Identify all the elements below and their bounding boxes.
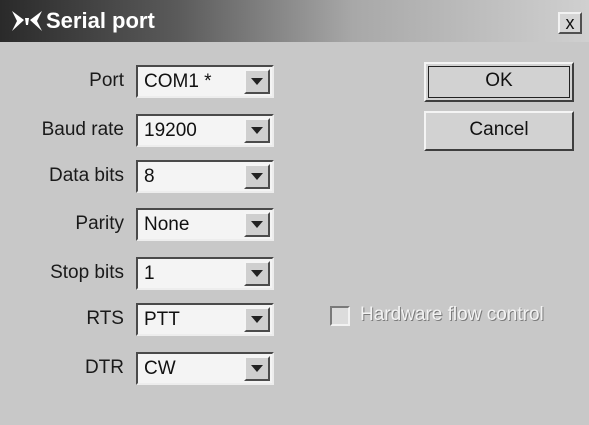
chevron-down-icon — [251, 316, 263, 323]
rts-value: PTT — [144, 309, 180, 330]
rts-label: RTS — [86, 308, 124, 329]
dtr-value: CW — [144, 358, 176, 379]
butterfly-app-icon — [10, 9, 44, 33]
port-dropdown-button[interactable] — [244, 69, 270, 94]
parity-dropdown-button[interactable] — [244, 212, 270, 237]
rts-select[interactable]: PTT — [136, 303, 274, 336]
chevron-down-icon — [251, 78, 263, 85]
data-bits-label: Data bits — [49, 165, 124, 186]
dtr-label: DTR — [84, 357, 124, 378]
dtr-select[interactable]: CW — [136, 352, 274, 385]
chevron-down-icon — [251, 365, 263, 372]
hardware-flow-control-checkbox[interactable] — [330, 306, 350, 326]
baud-rate-value: 19200 — [144, 120, 197, 141]
port-label: Port — [89, 70, 124, 91]
stop-bits-dropdown-button[interactable] — [244, 261, 270, 286]
dtr-dropdown-button[interactable] — [244, 356, 270, 381]
close-button[interactable]: x — [558, 12, 582, 34]
stop-bits-select[interactable]: 1 — [136, 257, 274, 290]
data-bits-value: 8 — [144, 166, 155, 187]
title-bar[interactable]: Serial port x — [0, 0, 589, 42]
chevron-down-icon — [251, 221, 263, 228]
parity-label: Parity — [75, 213, 124, 234]
stop-bits-label: Stop bits — [50, 262, 124, 283]
hardware-flow-control-label: Hardware flow control — [360, 304, 544, 325]
chevron-down-icon — [251, 270, 263, 277]
port-select[interactable]: COM1 * — [136, 65, 274, 98]
window-title: Serial port — [46, 8, 155, 33]
rts-dropdown-button[interactable] — [244, 307, 270, 332]
chevron-down-icon — [251, 127, 263, 134]
parity-value: None — [144, 214, 190, 235]
ok-button[interactable]: OK — [424, 62, 574, 102]
data-bits-select[interactable]: 8 — [136, 160, 274, 193]
baud-rate-select[interactable]: 19200 — [136, 114, 274, 147]
port-value: COM1 * — [144, 71, 212, 92]
chevron-down-icon — [251, 173, 263, 180]
parity-select[interactable]: None — [136, 208, 274, 241]
baud-rate-dropdown-button[interactable] — [244, 118, 270, 143]
cancel-button[interactable]: Cancel — [424, 111, 574, 151]
stop-bits-value: 1 — [144, 263, 155, 284]
baud-rate-label: Baud rate — [41, 119, 124, 140]
serial-port-dialog: Serial port x Port COM1 * Baud rate 1920… — [0, 0, 589, 425]
close-icon: x — [565, 13, 575, 33]
data-bits-dropdown-button[interactable] — [244, 164, 270, 189]
